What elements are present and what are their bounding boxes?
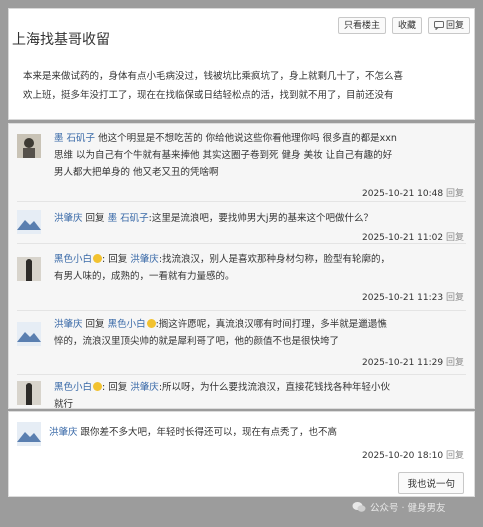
post-panel: 上海找基哥收留 只看楼主 收藏 回复 本来是来做试药的，身体有点小毛病没过，钱被… bbox=[8, 8, 475, 120]
reply-to-user-link[interactable]: 墨 石矶子 bbox=[108, 213, 149, 224]
reply-link[interactable]: 回复 bbox=[446, 358, 464, 368]
post-actions: 只看楼主 收藏 回复 bbox=[337, 17, 470, 34]
chat-icon bbox=[433, 21, 444, 30]
wechat-icon bbox=[352, 502, 366, 512]
avatar[interactable] bbox=[17, 381, 41, 405]
timestamp: 2025-10-21 11:29 bbox=[362, 358, 444, 368]
avatar[interactable] bbox=[17, 422, 41, 446]
reply-meta: 2025-10-21 11:02 回复 bbox=[362, 230, 464, 243]
smile-emoji-icon bbox=[146, 319, 156, 328]
watermark: 公众号 · 健身男友 bbox=[352, 500, 446, 514]
post-body: 本来是来做试药的，身体有点小毛病没过，钱被坑比乘疯坑了，身上就剩几十了，不怎么喜… bbox=[23, 71, 404, 101]
avatar-image-icon bbox=[17, 381, 41, 405]
divider bbox=[17, 243, 466, 244]
avatar-image-icon bbox=[17, 210, 41, 234]
smile-emoji-icon bbox=[93, 382, 103, 391]
reply-link[interactable]: 回复 bbox=[446, 293, 464, 303]
say-something-button[interactable]: 我也说一句 bbox=[398, 472, 464, 494]
reply-content: 黑色小白: 回复 洪肇庆:找流浪汉，别人是喜欢那种身材匀称，脸型有轮廓的， 有男… bbox=[54, 254, 391, 282]
reply-link[interactable]: 回复 bbox=[446, 451, 464, 461]
smile-emoji-icon bbox=[93, 254, 103, 263]
reply-to-user-link[interactable]: 洪肇庆 bbox=[130, 254, 159, 265]
reply-to-user-link[interactable]: 洪肇庆 bbox=[130, 382, 159, 393]
reply-meta: 2025-10-20 18:10 回复 bbox=[362, 448, 464, 461]
only-author-button[interactable]: 只看楼主 bbox=[337, 17, 386, 34]
username-link[interactable]: 黑色小白 bbox=[54, 254, 92, 265]
reply-content: 洪肇庆 回复 墨 石矶子:这里是流浪吧，要找帅男大j男的基来这个吧做什么？ bbox=[54, 213, 373, 224]
post-title: 上海找基哥收留 bbox=[12, 32, 110, 48]
username-link[interactable]: 洪肇庆 bbox=[54, 213, 83, 224]
favorite-button[interactable]: 收藏 bbox=[391, 17, 422, 34]
avatar-image-icon bbox=[17, 322, 41, 346]
divider bbox=[17, 201, 466, 202]
reply-content: 黑色小白: 回复 洪肇庆:所以呀，为什么要找流浪汉，直接花钱找各种年轻小伙 就行 bbox=[54, 382, 391, 410]
reply-to-user-link[interactable]: 黑色小白 bbox=[108, 319, 146, 330]
avatar[interactable] bbox=[17, 210, 41, 234]
reply-list: 墨 石矶子 他这个明显是不想吃苦的 你给他说这些你看他理你吗 很多直的都是xxn… bbox=[8, 123, 475, 410]
divider bbox=[17, 310, 466, 311]
username-link[interactable]: 黑色小白 bbox=[54, 382, 92, 393]
bottom-reply: 洪肇庆 跟你差不多大吧，年轻时长得还可以，现在有点秃了，也不高 2025-10-… bbox=[8, 411, 475, 497]
username-link[interactable]: 洪肇庆 bbox=[54, 319, 83, 330]
reply-meta: 2025-10-21 11:23 回复 bbox=[362, 290, 464, 303]
reply-content: 洪肇庆 跟你差不多大吧，年轻时长得还可以，现在有点秃了，也不高 bbox=[49, 427, 338, 438]
timestamp: 2025-10-21 10:48 bbox=[362, 189, 444, 199]
reply-content: 洪肇庆 回复 黑色小白:搁这许愿呢，真流浪汉哪有时间打理，多半就是邋遢憔 悴的，… bbox=[54, 319, 387, 347]
reply-meta: 2025-10-21 10:48 回复 bbox=[362, 186, 464, 199]
username-link[interactable]: 墨 石矶子 bbox=[54, 133, 95, 144]
reply-link[interactable]: 回复 bbox=[446, 189, 464, 199]
avatar-image-icon bbox=[17, 422, 41, 446]
avatar[interactable] bbox=[17, 257, 41, 281]
reply-button[interactable]: 回复 bbox=[427, 17, 470, 34]
timestamp: 2025-10-21 11:02 bbox=[362, 233, 444, 243]
reply-meta: 2025-10-21 11:29 回复 bbox=[362, 355, 464, 368]
reply-content: 墨 石矶子 他这个明显是不想吃苦的 你给他说这些你看他理你吗 很多直的都是xxn… bbox=[54, 133, 397, 178]
avatar[interactable] bbox=[17, 134, 41, 158]
timestamp: 2025-10-21 11:23 bbox=[362, 293, 444, 303]
timestamp: 2025-10-20 18:10 bbox=[362, 451, 444, 461]
username-link[interactable]: 洪肇庆 bbox=[49, 427, 78, 438]
avatar-image-icon bbox=[17, 257, 41, 281]
avatar-image-icon bbox=[17, 134, 41, 158]
avatar[interactable] bbox=[17, 322, 41, 346]
divider bbox=[17, 374, 466, 375]
reply-link[interactable]: 回复 bbox=[446, 233, 464, 243]
